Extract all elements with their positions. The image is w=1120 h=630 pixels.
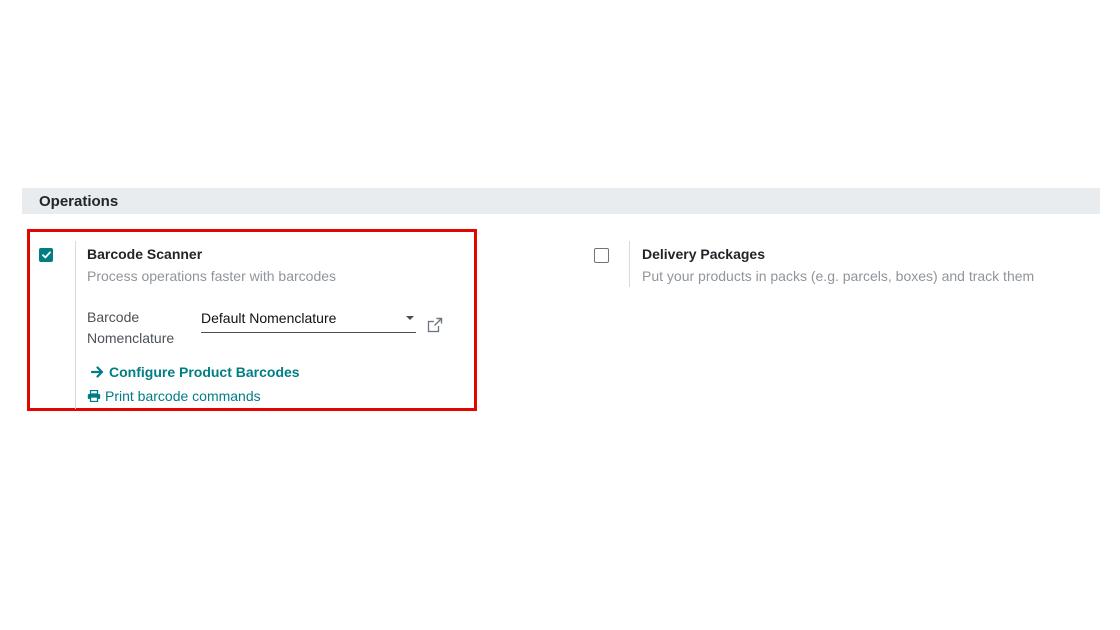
setting-title: Delivery Packages — [642, 246, 765, 262]
nomenclature-select-value: Default Nomenclature — [201, 310, 337, 326]
setting-divider — [75, 241, 76, 409]
setting-title: Barcode Scanner — [87, 246, 203, 262]
nomenclature-label: Barcode Nomenclature — [87, 307, 174, 349]
nomenclature-label-line1: Barcode — [87, 309, 140, 325]
caret-down-icon — [406, 316, 414, 320]
setting-divider — [629, 241, 630, 287]
external-link-icon[interactable] — [427, 317, 443, 333]
check-icon — [41, 251, 51, 259]
arrow-right-icon — [91, 366, 104, 378]
print-barcode-commands-label: Print barcode commands — [105, 388, 261, 404]
configure-product-barcodes-link[interactable]: Configure Product Barcodes — [91, 364, 300, 380]
nomenclature-select[interactable]: Default Nomenclature — [201, 310, 416, 333]
setting-description: Put your products in packs (e.g. parcels… — [642, 268, 1035, 284]
section-title: Operations — [39, 192, 119, 210]
setting-description: Process operations faster with barcodes — [87, 268, 337, 284]
printer-icon — [87, 390, 101, 402]
nomenclature-label-line2: Nomenclature — [87, 330, 175, 346]
configure-product-barcodes-label: Configure Product Barcodes — [109, 364, 300, 380]
delivery-packages-checkbox[interactable] — [594, 248, 609, 263]
print-barcode-commands-link[interactable]: Print barcode commands — [87, 388, 261, 404]
barcode-scanner-checkbox[interactable] — [39, 248, 53, 262]
section-header-operations: Operations — [22, 188, 1100, 214]
